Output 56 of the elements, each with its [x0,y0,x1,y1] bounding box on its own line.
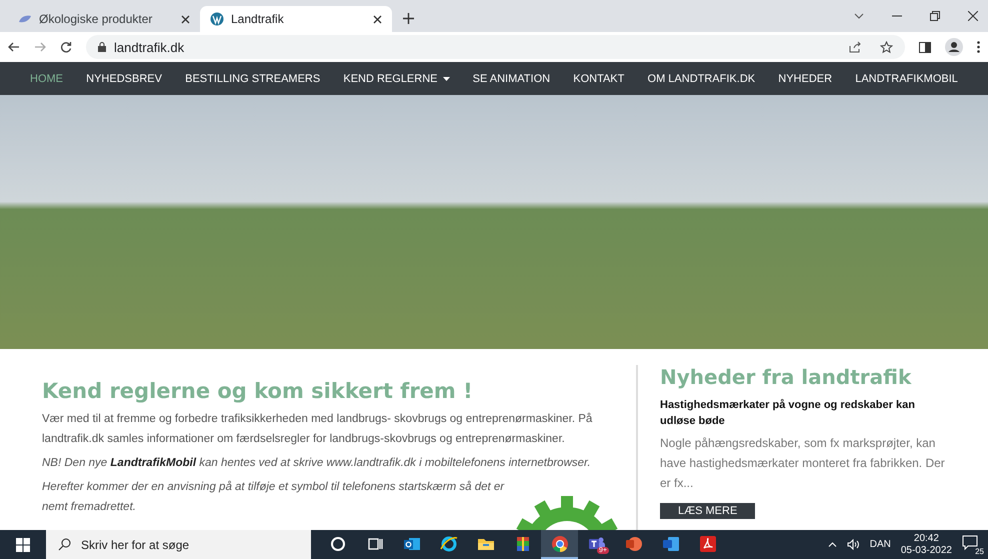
plus-icon[interactable] [402,12,415,25]
pdf-app-icon [698,534,716,552]
notification-count: 25 [975,546,984,556]
paragraph: Herefter kommer der en anvisning på at tilføje et symbol til telefonens startskærm så det er nemt fremadrettet. [42,480,506,515]
star-icon[interactable] [880,40,893,54]
read-more-button[interactable]: LÆS MERE [660,503,756,519]
taskbar-app[interactable] [541,530,578,559]
profile-avatar-icon[interactable] [945,38,963,56]
paragraph: Vær med til at fremme og forbedre trafiksikkerheden med landbrugs- skovbrugs og entreprenørmaskiner. På landtrafik.dk samles informationer om færdselsregler for landbrugs-skovbrugs og entreprenørmaskiner. [42,412,594,447]
paragraph: NB! Den nye LandtrafikMobil kan hentes ved at skrive www.landtrafik.dk i mobiltelefonens internetbrowser. [42,456,592,471]
nav-link[interactable]: OM LANDTRAFIK.DK [648,72,756,84]
lock-icon [98,42,106,52]
search-icon [58,538,71,551]
search-placeholder: Skriv her for at søge [81,538,190,552]
back-arrow-icon[interactable] [8,41,20,53]
language-indicator[interactable]: DAN [870,539,891,550]
nav-link[interactable]: SE ANIMATION [472,72,550,84]
main-heading: Kend reglerne og kom sikkert frem ! [42,379,474,403]
chevron-up-icon[interactable] [828,542,837,547]
slides-app-icon [624,534,642,552]
windows-logo-icon[interactable] [16,538,30,552]
share-icon[interactable] [849,41,862,53]
nav-link[interactable]: HOME [30,72,63,84]
tab-title: Landtrafik [231,12,285,26]
side-panel-icon[interactable] [919,42,931,52]
url-text: landtrafik.dk [114,40,184,54]
browser-e-icon [440,534,458,552]
reload-icon[interactable] [60,41,72,53]
close-icon[interactable] [373,14,382,24]
minimize-icon[interactable] [892,15,902,17]
menu-icon[interactable] [977,41,980,53]
close-icon[interactable] [181,14,190,24]
speaker-icon[interactable] [846,539,860,550]
chevron-down-icon[interactable] [854,13,864,19]
restore-icon[interactable] [930,11,940,21]
browser-tab[interactable]: Økologiske produkter [8,6,200,32]
nav-link[interactable]: KEND REGLERNE [343,72,450,84]
nav-link[interactable]: KONTAKT [573,72,624,84]
wordpress-icon [210,12,224,26]
leaf-icon [18,14,32,24]
document-app-icon [662,534,680,552]
nav-link[interactable]: NYHEDSBREV [86,72,162,84]
address-bar[interactable]: landtrafik.dk [86,35,905,59]
circle-icon [328,534,346,552]
browser-tab[interactable]: Landtrafik [200,6,392,32]
news-heading: Nyheder fra landtrafik [660,365,912,389]
nav-link[interactable]: BESTILLING STREAMERS [185,72,320,84]
close-icon[interactable] [968,11,978,21]
news-excerpt: Nogle påhængsredskaber, som fx marksprøjter, kan have hastighedsmærkater monteret fra fabrikken. Der er fx... [660,435,946,492]
clock[interactable]: 20:42 05-03-2022 [900,532,952,556]
news-title[interactable]: Hastighedsmærkater på vogne og redskaber kan udløse bøde [660,397,952,429]
taskbar-search-field[interactable]: Skriv her for at søge [46,530,311,559]
nav-link[interactable]: LANDTRAFIKMOBIL [855,72,958,84]
chrome-icon [550,534,568,552]
nav-link[interactable]: NYHEDER [778,72,832,84]
tab-title: Økologiske produkter [39,12,154,26]
